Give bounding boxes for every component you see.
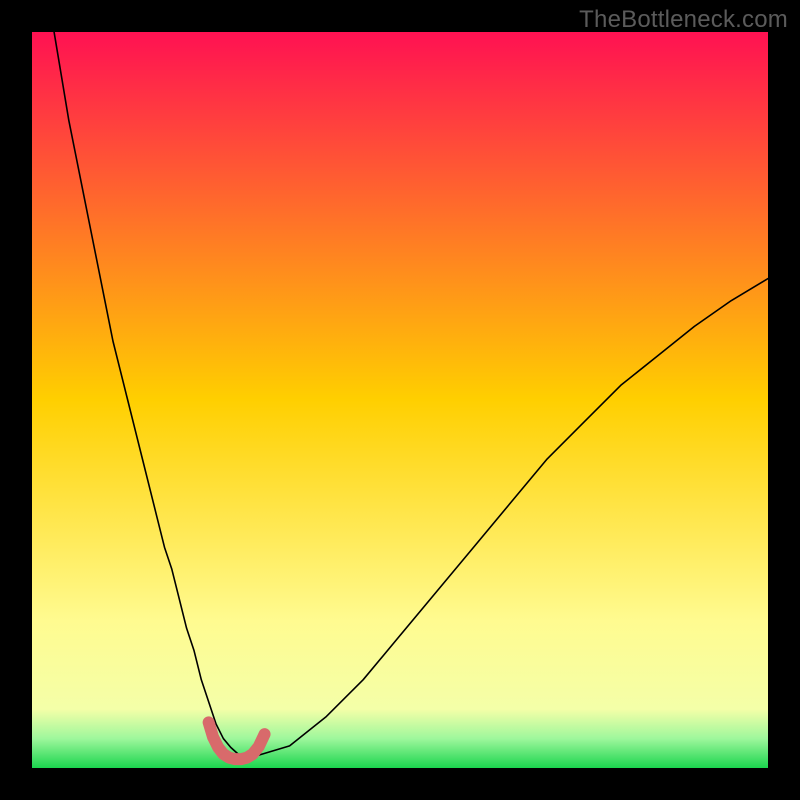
watermark-text: TheBottleneck.com (579, 6, 788, 34)
chart-canvas (32, 32, 768, 768)
gradient-background (32, 32, 768, 768)
chart-frame: TheBottleneck.com (0, 0, 800, 800)
plot-area (32, 32, 768, 768)
